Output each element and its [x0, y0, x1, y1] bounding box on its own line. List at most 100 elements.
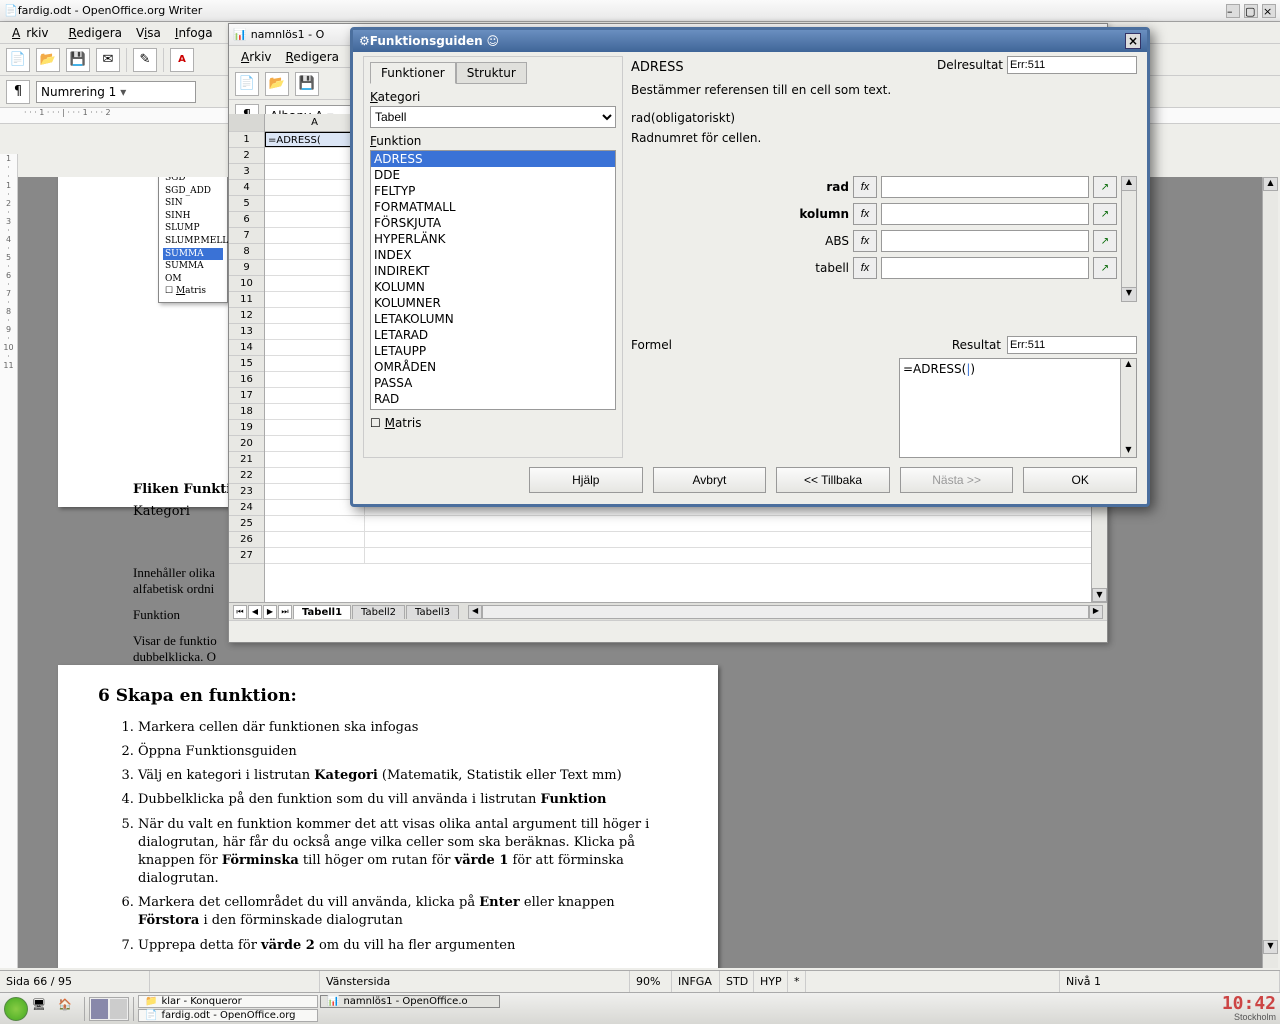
new-button[interactable]: 📄 — [6, 48, 30, 72]
formula-scrollbar[interactable]: ▲ ▼ — [1120, 359, 1136, 457]
status-insert[interactable]: INFGA — [672, 971, 720, 992]
row-header[interactable]: 23 — [229, 484, 264, 500]
status-std[interactable]: STD — [720, 971, 754, 992]
help-button[interactable]: Hjälp — [529, 467, 643, 493]
function-list-item[interactable]: KOLUMNER — [371, 295, 615, 311]
cell[interactable] — [265, 548, 365, 563]
wizard-titlebar[interactable]: ⚙ Funktionsguiden ☺ × — [353, 30, 1147, 52]
arg-input-tabell[interactable] — [881, 257, 1089, 279]
taskbar-task[interactable]: 📊 namnlös1 - OpenOffice.o — [320, 995, 500, 1008]
tab-nav[interactable]: ⏮ ◀ ▶ ⏭ — [233, 605, 293, 619]
matrix-checkbox[interactable]: ☐ Matris — [370, 416, 616, 430]
formula-textarea[interactable]: =ADRESS(|) ▲ ▼ — [899, 358, 1137, 458]
tab-funktioner[interactable]: Funktioner — [370, 62, 456, 84]
clock[interactable]: 10:42 Stockholm — [1222, 995, 1276, 1022]
popup-item-selected[interactable]: SUMMA — [163, 248, 223, 261]
fx-button[interactable]: fx — [853, 176, 877, 198]
formula-autocomplete-popup[interactable]: SGD SGD_ADD SIN SINH SLUMP SLUMP.MELLAN … — [158, 177, 228, 303]
function-list-item[interactable]: FÖRSKJUTA — [371, 215, 615, 231]
row-header[interactable]: 19 — [229, 420, 264, 436]
row-headers[interactable]: 1234567891011121314151617181920212223242… — [229, 114, 265, 602]
writer-vscrollbar[interactable]: ▲ ▼ — [1262, 177, 1278, 968]
menu-arkiv[interactable]: Arkiv — [6, 24, 61, 42]
function-list-item[interactable]: INDEX — [371, 247, 615, 263]
start-button[interactable] — [4, 997, 28, 1021]
function-list-item[interactable]: KOLUMN — [371, 279, 615, 295]
paragraph-style-combo[interactable]: Numrering 1 — [36, 81, 196, 103]
popup-item[interactable]: SLUMP — [163, 222, 223, 235]
cell[interactable] — [265, 516, 365, 531]
menu-infoga[interactable]: Infoga — [169, 24, 219, 42]
popup-item[interactable]: SIN — [163, 197, 223, 210]
shrink-button[interactable]: ↗ — [1093, 203, 1117, 225]
arg-input-abs[interactable] — [881, 230, 1089, 252]
shrink-button[interactable]: ↗ — [1093, 230, 1117, 252]
function-list-item[interactable]: LETARAD — [371, 327, 615, 343]
popup-item[interactable]: SINH — [163, 210, 223, 223]
open-button[interactable]: 📂 — [36, 48, 60, 72]
popup-item[interactable]: SLUMP.MELLAN — [163, 235, 223, 248]
row-header[interactable]: 25 — [229, 516, 264, 532]
function-list-item[interactable]: FORMATMALL — [371, 199, 615, 215]
row-header[interactable]: 5 — [229, 196, 264, 212]
cell[interactable] — [265, 532, 365, 547]
cancel-button[interactable]: Avbryt — [653, 467, 767, 493]
row-header[interactable]: 4 — [229, 180, 264, 196]
fx-button[interactable]: fx — [853, 230, 877, 252]
row-header[interactable]: 8 — [229, 244, 264, 260]
quick-launch-icon[interactable]: 🖥 — [32, 998, 54, 1020]
calc-hscrollbar[interactable]: ◀▶ — [468, 604, 1103, 620]
fx-button[interactable]: fx — [853, 203, 877, 225]
row-header[interactable]: 9 — [229, 260, 264, 276]
row-header[interactable]: 24 — [229, 500, 264, 516]
taskbar-task[interactable]: 📄 fardig.odt - OpenOffice.org — [138, 1009, 318, 1022]
function-list-item[interactable]: FELTYP — [371, 183, 615, 199]
row-header[interactable]: 17 — [229, 388, 264, 404]
popup-matris-checkbox[interactable]: ☐ Matris — [163, 285, 223, 298]
tab-next-icon[interactable]: ▶ — [263, 605, 277, 619]
row-header[interactable]: 26 — [229, 532, 264, 548]
back-button[interactable]: << Tillbaka — [776, 467, 890, 493]
status-hyp[interactable]: HYP — [754, 971, 788, 992]
row-header[interactable]: 14 — [229, 340, 264, 356]
row-header[interactable]: 27 — [229, 548, 264, 564]
arg-input-rad[interactable] — [881, 176, 1089, 198]
function-listbox[interactable]: ADRESSDDEFELTYPFORMATMALLFÖRSKJUTAHYPERL… — [370, 150, 616, 410]
menu-redigera[interactable]: Redigera — [63, 24, 128, 42]
function-list-item[interactable]: DDE — [371, 167, 615, 183]
row-header[interactable]: 2 — [229, 148, 264, 164]
row-header[interactable]: 12 — [229, 308, 264, 324]
function-list-item[interactable]: PASSA — [371, 375, 615, 391]
popup-item[interactable]: SGD — [163, 177, 223, 185]
status-pagestyle[interactable]: Vänstersida — [320, 971, 630, 992]
wizard-tabs[interactable]: Funktioner Struktur — [370, 62, 616, 84]
menu-redigera[interactable]: Redigera — [280, 48, 345, 66]
taskbar-task[interactable]: 📁 klar - Konqueror — [138, 995, 318, 1008]
new-button[interactable]: 📄 — [235, 72, 259, 96]
close-button[interactable]: × — [1262, 4, 1276, 18]
tab-prev-icon[interactable]: ◀ — [248, 605, 262, 619]
row-header[interactable]: 10 — [229, 276, 264, 292]
function-list-item[interactable]: HYPERLÄNK — [371, 231, 615, 247]
function-list-item[interactable]: ADRESS — [371, 151, 615, 167]
function-list-item[interactable]: OMRÅDEN — [371, 359, 615, 375]
save-button[interactable]: 💾 — [295, 72, 319, 96]
shrink-button[interactable]: ↗ — [1093, 257, 1117, 279]
popup-item[interactable]: SGD_ADD — [163, 185, 223, 198]
tab-tabell2[interactable]: Tabell2 — [352, 605, 405, 619]
row-header[interactable]: 7 — [229, 228, 264, 244]
tab-tabell3[interactable]: Tabell3 — [406, 605, 459, 619]
mail-button[interactable]: ✉ — [96, 48, 120, 72]
row-header[interactable]: 16 — [229, 372, 264, 388]
quick-launch-icon[interactable]: 🏠 — [58, 998, 80, 1020]
function-list-item[interactable]: LETAKOLUMN — [371, 311, 615, 327]
tab-tabell1[interactable]: Tabell1 — [293, 605, 351, 619]
popup-item[interactable]: SUMMA OM — [163, 260, 223, 285]
row-header[interactable]: 22 — [229, 468, 264, 484]
row-header[interactable]: 6 — [229, 212, 264, 228]
shrink-button[interactable]: ↗ — [1093, 176, 1117, 198]
row-header[interactable]: 11 — [229, 292, 264, 308]
status-zoom[interactable]: 90% — [630, 971, 672, 992]
function-list-item[interactable]: LETAUPP — [371, 343, 615, 359]
pdf-button[interactable]: A — [170, 48, 194, 72]
